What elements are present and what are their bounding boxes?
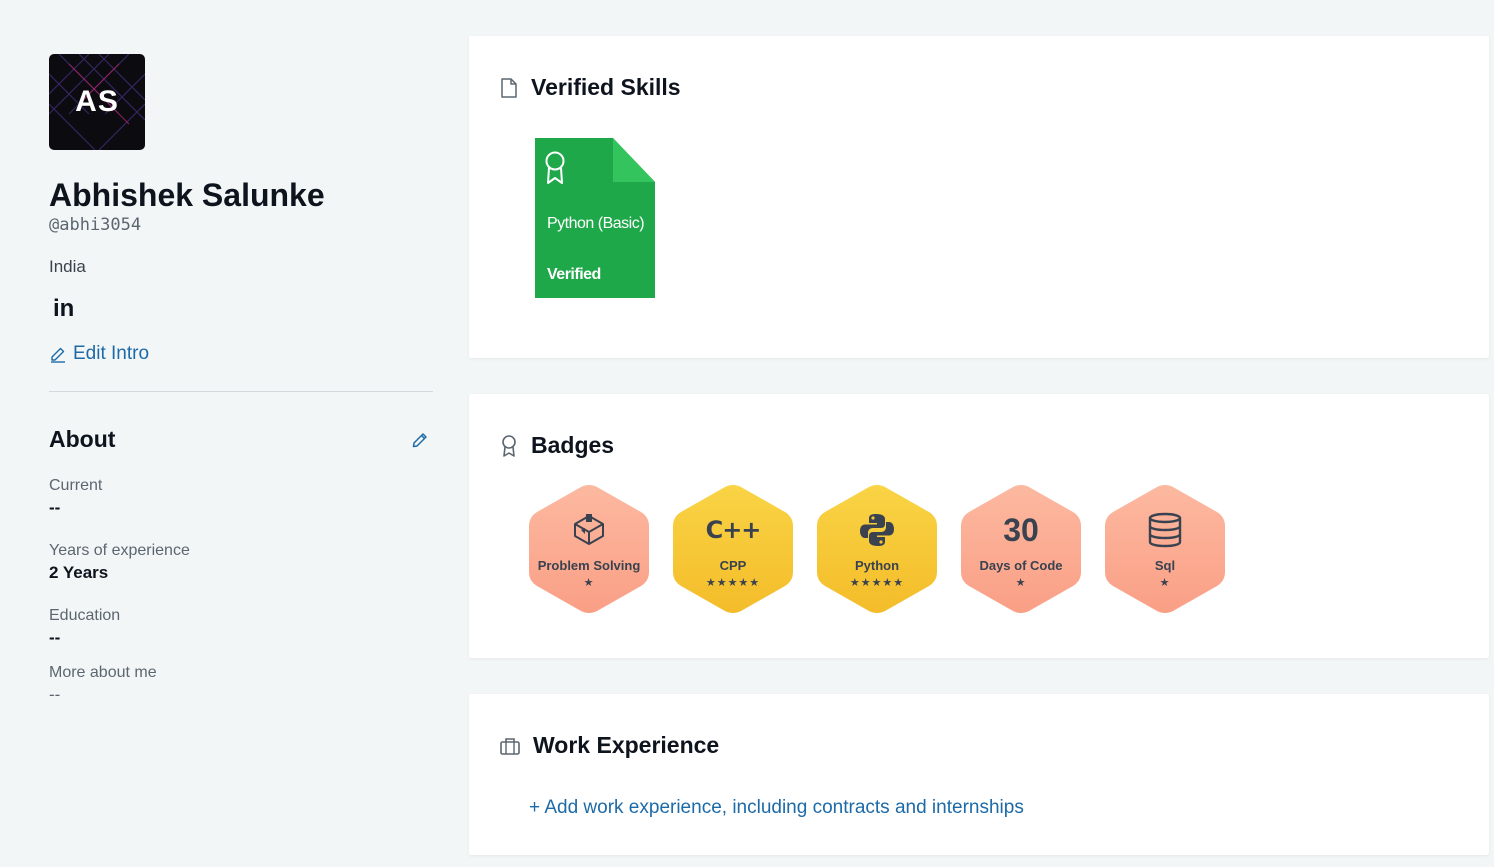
badge-name: CPP <box>719 558 747 573</box>
briefcase-icon <box>500 737 520 755</box>
about-more: More about me -- <box>49 664 433 705</box>
badges-list: Problem Solving ★ C++ CPP ★★★★★ Python ★… <box>529 484 1225 614</box>
badge-name: Python <box>854 558 900 573</box>
about-years-experience: Years of experience 2 Years <box>49 542 433 583</box>
badge-days-of-code[interactable]: 30 Days of Code ★ <box>961 484 1081 614</box>
hexagon-shape <box>1105 485 1225 613</box>
field-label: Current <box>49 477 103 494</box>
cpp-icon: C++ <box>705 516 762 544</box>
badge-python[interactable]: Python ★★★★★ <box>817 484 937 614</box>
python-icon <box>817 512 937 548</box>
pencil-icon <box>51 347 65 363</box>
badge-name: Days of Code <box>979 558 1063 573</box>
badge-stars: ★★★★★ <box>705 577 761 589</box>
field-label: Education <box>49 607 121 624</box>
hexagon-shape <box>961 485 1081 613</box>
verified-skills-card: Verified Skills Python (Basic) Verified <box>469 36 1489 358</box>
hexagon-shape <box>673 485 793 613</box>
avatar-initials: AS <box>75 85 119 118</box>
avatar[interactable]: AS <box>49 54 145 150</box>
badge-name: Sql <box>1154 558 1176 573</box>
add-work-experience-link[interactable]: + Add work experience, including contrac… <box>529 797 1024 819</box>
certificate-name: Python (Basic) <box>547 215 645 232</box>
work-experience-title: Work Experience <box>533 732 720 758</box>
verified-skills-header: Verified Skills <box>499 74 681 101</box>
profile-sidebar: AS Abhishek Salunke @abhi3054 India in E… <box>49 54 433 705</box>
document-icon <box>501 77 517 98</box>
database-icon <box>1105 512 1225 548</box>
verified-skills-title: Verified Skills <box>531 74 681 100</box>
edit-intro-label: Edit Intro <box>73 343 150 364</box>
work-experience-header: Work Experience <box>499 732 719 759</box>
field-label: More about me <box>49 664 157 681</box>
award-icon <box>545 151 565 184</box>
badge-cpp[interactable]: C++ CPP ★★★★★ <box>673 484 793 614</box>
profile-handle: @abhi3054 <box>49 215 142 235</box>
badges-title: Badges <box>531 432 615 458</box>
about-current: Current -- <box>49 477 433 518</box>
field-value: -- <box>49 628 61 647</box>
hexagon-shape <box>817 485 937 613</box>
field-value: -- <box>49 685 61 704</box>
edit-intro-link[interactable]: Edit Intro <box>49 343 433 365</box>
badge-stars: ★ <box>1159 577 1171 589</box>
days-of-code-number: 30 <box>1003 512 1039 548</box>
linkedin-icon[interactable]: in <box>53 295 74 323</box>
award-icon <box>502 434 516 457</box>
certificate-corner-fold <box>613 138 655 182</box>
certificate-python-basic[interactable]: Python (Basic) Verified <box>535 138 655 298</box>
profile-name: Abhishek Salunke <box>49 177 325 213</box>
edit-about-icon[interactable] <box>411 431 429 449</box>
field-value: 2 Years <box>49 563 109 582</box>
work-experience-card: Work Experience + Add work experience, i… <box>469 694 1489 855</box>
hexagon-shape <box>529 485 649 613</box>
badge-name: Problem Solving <box>537 558 641 573</box>
badge-problem-solving[interactable]: Problem Solving ★ <box>529 484 649 614</box>
about-header: About <box>49 426 433 453</box>
about-education: Education -- <box>49 607 433 648</box>
badge-stars: ★★★★★ <box>849 577 905 589</box>
certificate-status: Verified <box>547 266 601 283</box>
about-title: About <box>49 426 116 452</box>
badge-sql[interactable]: Sql ★ <box>1105 484 1225 614</box>
badges-card: Badges Problem Solving ★ C++ CPP ★★★★★ P… <box>469 394 1489 658</box>
badge-stars: ★ <box>583 577 595 589</box>
problem-solving-icon <box>529 512 649 548</box>
field-label: Years of experience <box>49 542 190 559</box>
badges-header: Badges <box>499 432 614 459</box>
field-value: -- <box>49 498 61 517</box>
sidebar-divider <box>49 391 433 392</box>
profile-country: India <box>49 257 86 276</box>
badge-stars: ★ <box>1015 577 1027 589</box>
